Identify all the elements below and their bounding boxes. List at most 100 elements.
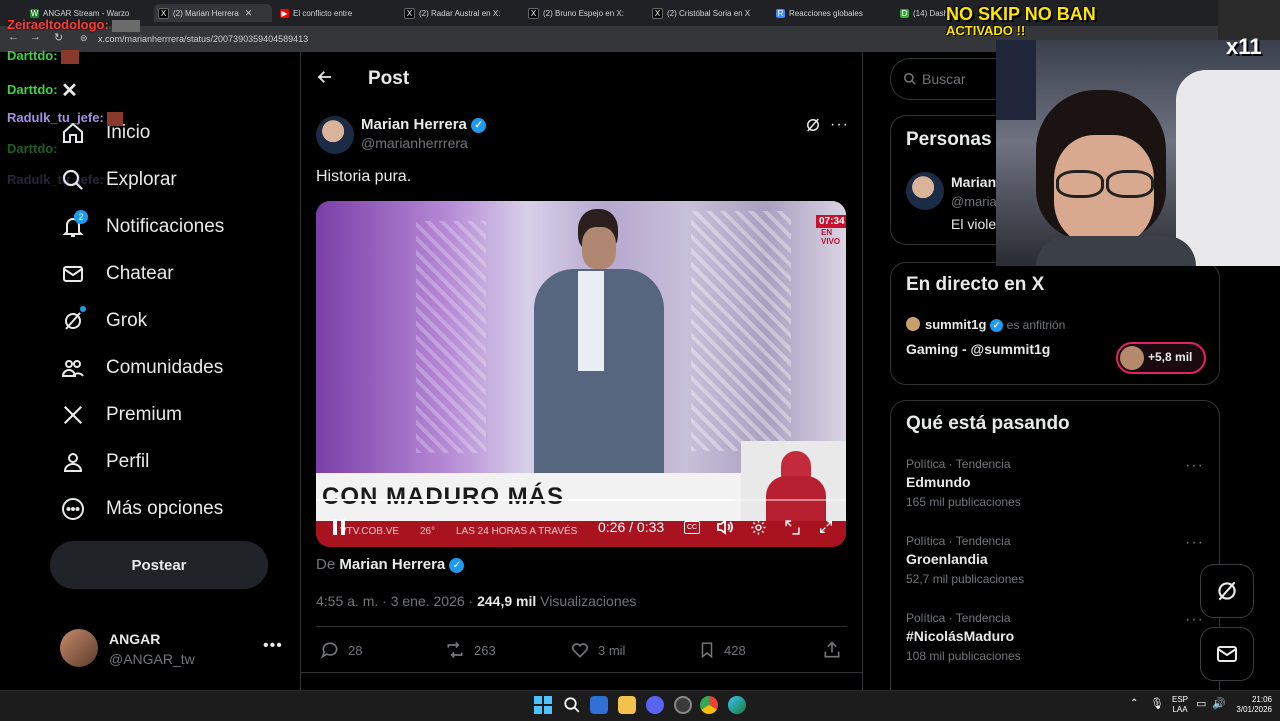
more-dots-icon[interactable]: ··· xyxy=(1185,534,1204,552)
grok-icon xyxy=(1218,581,1236,601)
browser-tab[interactable]: X (2) Radar Austral en X: xyxy=(404,4,520,22)
mail-app-icon[interactable] xyxy=(590,696,608,714)
trend-name: Edmundo xyxy=(906,474,971,490)
tab-favicon: X xyxy=(528,7,539,19)
grok-icon[interactable] xyxy=(804,116,822,139)
sidebar-item-comunidades[interactable]: Comunidades xyxy=(60,350,223,386)
browser-tab-active[interactable]: X (2) Marian Herrera ✕ xyxy=(154,4,272,22)
browser-tab[interactable]: R Reacciones globales xyxy=(776,4,892,22)
chat-message: Darttdo: xyxy=(7,141,58,156)
clock[interactable]: 21:06 3/01/2026 xyxy=(1232,695,1272,715)
settings-gear-icon[interactable] xyxy=(750,519,767,541)
person-name[interactable]: Marian xyxy=(951,174,996,190)
language-indicator[interactable]: ESP LAA xyxy=(1172,695,1188,715)
grok-icon xyxy=(60,306,86,334)
channel-clock: 07:34 xyxy=(816,215,846,228)
edge-icon[interactable] xyxy=(728,696,746,714)
reload-icon[interactable]: ↻ xyxy=(54,31,63,44)
heart-icon xyxy=(571,643,589,658)
views-count: 244,9 mil xyxy=(477,593,537,609)
share-button[interactable] xyxy=(822,640,842,660)
network-icon[interactable]: ▭ xyxy=(1196,697,1206,710)
file-explorer-icon[interactable] xyxy=(618,696,636,714)
url-field[interactable]: x.com/marianherrrera/status/200739035940… xyxy=(98,34,308,44)
reply-button[interactable]: 28 xyxy=(320,640,362,660)
live-stream-title[interactable]: Gaming - @summit1g xyxy=(906,341,1050,357)
tab-favicon: D xyxy=(900,8,909,18)
chrome-icon[interactable] xyxy=(700,696,718,714)
account-switcher[interactable]: ANGAR @ANGAR_tw ••• xyxy=(60,629,300,671)
mail-icon xyxy=(1217,646,1237,662)
column-divider xyxy=(300,52,301,692)
messages-floating-button[interactable] xyxy=(1200,627,1254,681)
trend-category: Política · Tendencia xyxy=(906,534,1011,548)
trend-item[interactable]: Política · Tendencia Groenlandia 52,7 mi… xyxy=(906,534,1206,594)
discord-icon[interactable] xyxy=(646,696,664,714)
person-icon xyxy=(60,449,86,475)
chat-username: Radulk_tu_jefe: xyxy=(7,110,104,125)
verified-badge-icon: ✓ xyxy=(471,117,487,133)
captions-icon[interactable]: CC xyxy=(684,521,700,534)
trend-item[interactable]: Política · Tendencia Edmundo 165 mil pub… xyxy=(906,457,1206,517)
avatar xyxy=(906,317,920,331)
close-tab-icon[interactable]: ✕ xyxy=(245,8,253,19)
trend-item[interactable]: Política · Tendencia #NicolásMaduro 108 … xyxy=(906,611,1206,671)
trend-category: Política · Tendencia xyxy=(906,611,1011,625)
author-handle[interactable]: @marianherrrera xyxy=(361,135,468,151)
live-host[interactable]: summit1g ✓ es anfitrión xyxy=(925,317,1065,333)
forward-arrow-icon[interactable]: → xyxy=(30,31,41,43)
chat-emote xyxy=(61,49,80,64)
microphone-icon[interactable]: 🎙 xyxy=(1150,697,1164,710)
trend-count: 165 mil publicaciones xyxy=(906,495,1021,509)
search-icon[interactable] xyxy=(563,696,581,719)
windows-start-icon[interactable] xyxy=(534,696,552,719)
card-title: En directo en X xyxy=(906,274,1045,295)
browser-tab[interactable]: X (2) Bruno Espejo en X: xyxy=(528,4,644,22)
volume-icon[interactable]: 🔊 xyxy=(1212,697,1226,710)
attribution-name[interactable]: Marian Herrera xyxy=(339,556,445,573)
repost-button[interactable]: 263 xyxy=(444,640,496,660)
author-name[interactable]: Marian Herrera ✓ xyxy=(361,116,487,133)
app-icon[interactable] xyxy=(674,696,692,714)
tab-favicon: X xyxy=(158,7,169,19)
author-avatar[interactable] xyxy=(316,116,354,154)
sidebar-item-grok[interactable]: Grok xyxy=(60,303,147,339)
more-dots-icon[interactable]: ··· xyxy=(1185,611,1204,629)
video-player[interactable]: 07:34 EN VIVO CON MADURO MÁS VTV.COB.VE … xyxy=(316,201,846,547)
chat-username: Darttdo: xyxy=(7,48,58,63)
grok-floating-button[interactable] xyxy=(1200,564,1254,618)
more-dots-icon[interactable]: ··· xyxy=(830,116,849,134)
more-dots-icon[interactable]: ••• xyxy=(263,637,283,655)
browser-tab[interactable]: D (14) Dash xyxy=(900,4,950,22)
back-arrow-icon[interactable] xyxy=(316,68,334,92)
bookmark-icon xyxy=(701,642,713,659)
sidebar-item-label: Notificaciones xyxy=(106,216,225,237)
video-attribution: De Marian Herrera ✓ xyxy=(316,556,465,573)
x-logo-icon: ✕ xyxy=(61,80,78,102)
pause-icon[interactable] xyxy=(332,519,346,540)
sidebar-item-chatear[interactable]: Chatear xyxy=(60,256,174,292)
back-arrow-icon[interactable]: ← xyxy=(8,31,19,43)
sidebar-item-label: Premium xyxy=(106,404,183,425)
browser-tab[interactable]: ▶ El conflicto entre xyxy=(280,4,390,22)
chevron-up-icon[interactable]: ⌃ xyxy=(1130,698,1138,709)
live-viewers-pill[interactable]: +5,8 mil xyxy=(1116,342,1206,374)
picture-in-picture-icon[interactable] xyxy=(784,519,801,541)
sidebar-item-perfil[interactable]: Perfil xyxy=(60,444,149,480)
post-timestamp[interactable]: 4:55 a. m. · 3 ene. 2026 · xyxy=(316,593,473,609)
overlay-banner: NO SKIP NO BAN xyxy=(946,4,1096,24)
volume-icon[interactable] xyxy=(716,519,734,540)
postear-button[interactable]: Postear xyxy=(50,541,268,589)
bookmark-button[interactable]: 428 xyxy=(698,640,746,660)
fullscreen-icon[interactable] xyxy=(818,519,834,540)
more-dots-icon[interactable]: ··· xyxy=(1185,457,1204,475)
chat-message: Zeiraeltodologo: xyxy=(7,17,141,32)
sidebar-item-notificaciones[interactable]: 2 Notificaciones xyxy=(60,209,224,245)
browser-tab[interactable]: X (2) Cristóbal Soria en X xyxy=(652,4,768,22)
site-info-icon[interactable]: ⊜ xyxy=(80,33,88,44)
avatar[interactable] xyxy=(906,172,944,210)
sidebar-item-mas-opciones[interactable]: Más opciones xyxy=(60,491,223,527)
trend-name: #NicolásMaduro xyxy=(906,628,1015,644)
like-button[interactable]: 3 mil xyxy=(570,640,625,660)
sidebar-item-premium[interactable]: Premium xyxy=(60,397,182,433)
